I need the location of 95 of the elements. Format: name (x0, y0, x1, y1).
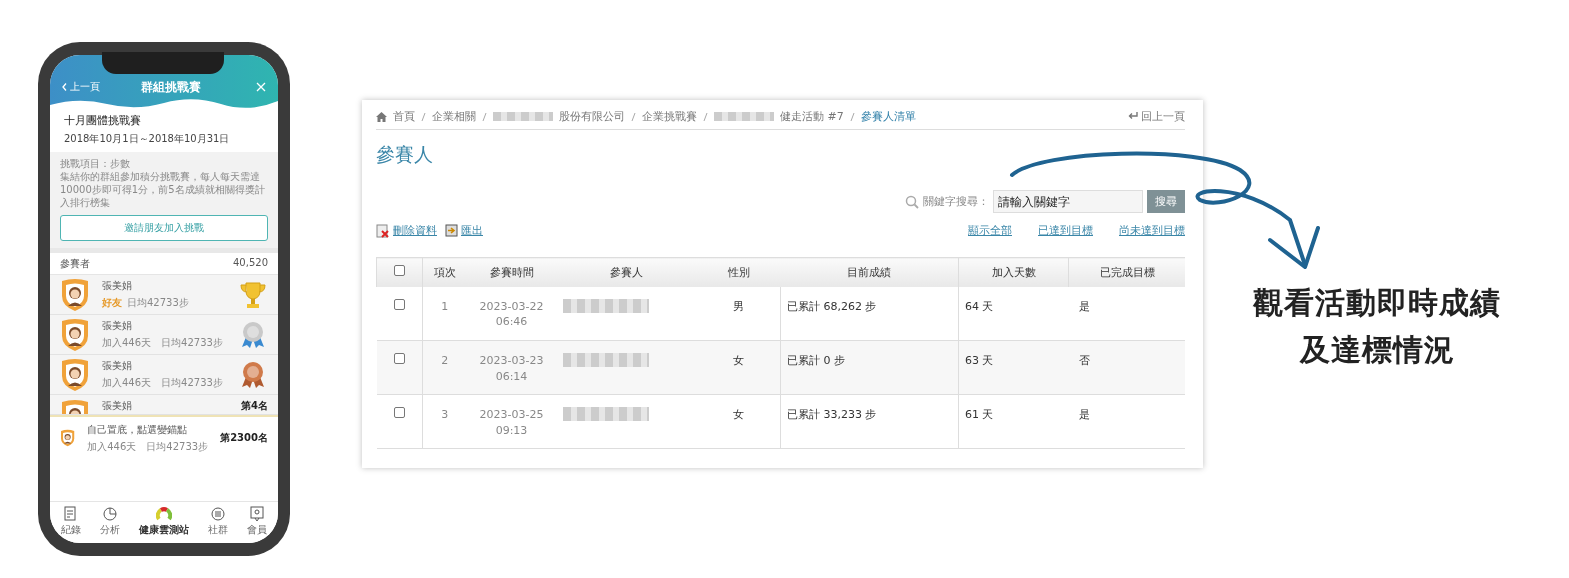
column-header: 目前成績 (780, 257, 959, 287)
page-title: 參賽人 (376, 142, 434, 167)
participant-name: 張美娟 (102, 319, 133, 333)
challenge-description: 集結你的群組參加積分挑戰賽，每人每天需達10000步即可得1分，前5名成績就相關得獎計入排行榜集 (60, 170, 266, 209)
table-cell: 否 (1078, 354, 1090, 367)
row-checkbox[interactable] (393, 298, 405, 310)
action-link[interactable]: 刪除資料 (376, 223, 437, 238)
slash-divider (631, 111, 636, 122)
close-icon[interactable] (256, 82, 266, 92)
participants-label: 參賽者 (60, 257, 90, 271)
challenge-item: 挑戰項目：步數 (60, 157, 131, 170)
participant-row[interactable]: 張美娟 第4名 (50, 395, 278, 415)
breadcrumb-link[interactable]: 股份有限公司 (559, 109, 625, 124)
participant-name: 張美娟 (102, 359, 133, 373)
participant-name: 張美娟 (102, 279, 133, 293)
tab[interactable]: 社群 (207, 506, 228, 537)
table-cell: 1 (422, 286, 467, 341)
table-cell: 3 (422, 394, 467, 449)
filter-link[interactable]: 顯示全部 (968, 223, 1012, 238)
search-label: 關鍵字搜尋： (923, 194, 989, 209)
participant-row[interactable]: 張美娟 加入446天 日均42733步 (50, 315, 278, 355)
breadcrumb-link[interactable]: 首頁 (393, 109, 415, 124)
table-cell: 已累計 68,262 步 (787, 299, 877, 313)
participant-name: 張美娟 (102, 399, 133, 413)
caption-text: 及達標情況 (1299, 331, 1455, 369)
participants-total: 40,520 (233, 257, 268, 270)
filter-link[interactable]: 尚未達到目標 (1119, 223, 1185, 238)
participant-stats: 加入446天 日均42733步 (102, 336, 223, 350)
avatar-icon (60, 357, 90, 392)
table-cell: 女 (732, 408, 744, 421)
participant-row[interactable]: 張美娟 好友 日均42733步 (50, 275, 278, 315)
rank-label: 第4名 (241, 399, 268, 413)
slash-divider (703, 111, 708, 122)
table-cell: 已累計 0 步 (787, 354, 845, 367)
screen-title: 群組挑戰賽 (141, 78, 201, 96)
search-button[interactable]: 搜尋 (1147, 190, 1185, 213)
caption-text: 觀看活動即時成績 (1253, 284, 1501, 322)
table-cell: 64 天 (965, 299, 994, 313)
table-cell: 女 (732, 354, 744, 367)
column-header: 加入天數 (958, 257, 1069, 287)
participant-stats: 加入446天 日均42733步 (102, 376, 223, 390)
filter-link[interactable]: 已達到目標 (1038, 223, 1093, 238)
search-icon (905, 194, 919, 209)
gauge-icon (156, 506, 172, 522)
delete-icon (376, 223, 390, 238)
tab[interactable]: 分析 (100, 506, 121, 537)
table-cell: 63 天 (965, 354, 994, 367)
table-cell: 男 (732, 299, 744, 313)
back-icon (62, 83, 67, 91)
invite-button[interactable]: 邀請朋友加入挑戰 (60, 215, 268, 241)
column-header: 項次 (422, 257, 467, 287)
chat-icon (209, 506, 226, 522)
row-checkbox[interactable] (393, 407, 405, 418)
table-cell: 2 (422, 340, 467, 395)
slash-divider (421, 111, 426, 122)
table-cell: 是 (1078, 408, 1090, 421)
table-cell: 61 天 (965, 408, 994, 421)
search-field[interactable]: 請輸入關鍵字 (993, 190, 1143, 213)
table-cell: 是 (1078, 299, 1090, 313)
pie-chart-icon (102, 506, 119, 522)
rank-label: 第2300名 (220, 431, 268, 445)
participant-stats: 日均42733步 (127, 296, 189, 310)
breadcrumb-link[interactable]: 企業相關 (432, 109, 476, 124)
tab[interactable]: 健康雲測站 (139, 506, 189, 537)
friend-tag: 好友 (102, 296, 122, 310)
avatar-icon (60, 317, 90, 352)
breadcrumb-link[interactable]: 企業挑戰賽 (642, 109, 697, 124)
participant-stats: 加入446天 日均42733步 (87, 439, 209, 454)
return-arrow-icon (1127, 112, 1138, 120)
slash-divider (849, 111, 855, 122)
breadcrumb-link[interactable]: 健走活動 #7 (780, 109, 844, 124)
date-cell: 2023-03-25 09:13 (479, 408, 544, 437)
participant-row[interactable]: 張美娟 加入446天 日均42733步 (50, 355, 278, 395)
event-title: 十月團體挑戰賽 (64, 113, 142, 128)
slash-divider (482, 111, 487, 122)
breadcrumb-link[interactable]: 參賽人清單 (860, 109, 916, 124)
column-header: 已完成目標 (1068, 257, 1185, 287)
back-link[interactable]: 上一頁 (62, 80, 100, 94)
row-checkbox[interactable] (393, 353, 405, 364)
date-cell: 2023-03-23 06:14 (479, 354, 544, 383)
table-cell: 已累計 33,233 步 (787, 408, 877, 421)
event-dates: 2018年10月1日～2018年10月31日 (64, 132, 231, 146)
member-icon (248, 506, 265, 522)
back-link[interactable]: 回上一頁 (1127, 109, 1185, 124)
action-link[interactable]: 匯出 (445, 223, 483, 238)
tab[interactable]: 紀錄 (61, 506, 82, 537)
export-icon (445, 224, 458, 237)
avatar-icon (60, 277, 90, 312)
column-header: 參賽時間 (466, 257, 557, 287)
column-header: 參賽人 (556, 257, 697, 287)
select-all-checkbox[interactable] (394, 265, 405, 277)
tab[interactable]: 會員 (246, 506, 267, 537)
column-header: 性別 (696, 257, 781, 287)
date-cell: 2023-03-22 06:46 (479, 299, 544, 329)
participant-name: 自己置底，點選變錨點 (87, 422, 189, 437)
